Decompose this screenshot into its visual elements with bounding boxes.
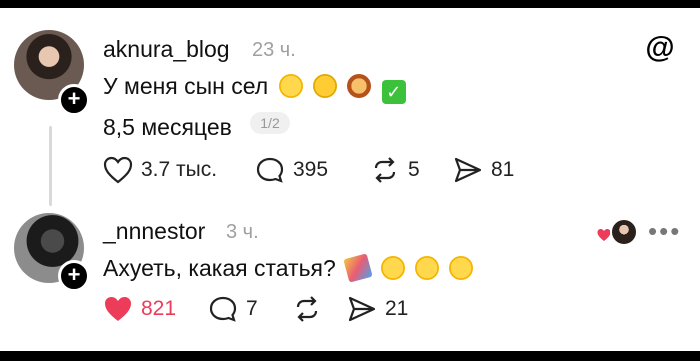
more-options-icon[interactable]: ••• <box>648 216 681 247</box>
follow-plus-icon[interactable]: + <box>58 260 90 292</box>
reply-count: 7 <box>246 297 258 320</box>
image-page-indicator: 1/2 <box>250 112 290 134</box>
share-count: 21 <box>385 297 409 320</box>
threads-logo-icon[interactable]: @ <box>644 32 676 64</box>
reply-count: 395 <box>293 158 329 181</box>
hand-over-mouth-face-icon <box>313 74 338 98</box>
post-text-content: У меня сын сел <box>103 73 269 99</box>
like-button[interactable]: 3.7 тыс. <box>103 156 217 184</box>
post-text: У меня сын сел ✓ <box>103 73 406 104</box>
check-mark-icon: ✓ <box>381 80 406 104</box>
repost-count: 5 <box>408 158 420 181</box>
lion-face-icon <box>347 74 372 98</box>
pleading-face-icon <box>380 256 405 280</box>
pleading-face-icon <box>414 256 439 280</box>
heart-icon <box>103 156 133 184</box>
party-popper-icon <box>343 253 373 283</box>
post-text: Ахуеть, какая статья? <box>103 253 474 283</box>
send-icon <box>454 157 482 183</box>
share-button[interactable]: 81 <box>453 156 514 184</box>
like-button[interactable]: 821 <box>103 295 176 323</box>
post-text-line2: 8,5 месяцев <box>103 114 232 140</box>
liker-avatar <box>610 218 638 246</box>
comment-icon <box>256 157 284 183</box>
thread-connector-line <box>49 126 52 206</box>
liked-by-indicator[interactable] <box>596 218 638 246</box>
threads-feed: + aknura_blog 23 ч. @ У меня сын сел ✓ 8… <box>0 8 700 351</box>
like-count: 821 <box>141 297 177 320</box>
post-time: 3 ч. <box>226 221 259 243</box>
username[interactable]: _nnnestor <box>103 218 205 245</box>
repost-icon <box>374 157 396 183</box>
share-button[interactable]: 21 <box>347 295 408 323</box>
pleading-face-icon <box>278 74 303 98</box>
comment-icon <box>209 296 237 322</box>
username[interactable]: aknura_blog <box>103 36 230 63</box>
like-count: 3.7 тыс. <box>141 158 218 181</box>
reply-button[interactable]: 7 <box>208 295 258 323</box>
heart-filled-icon <box>105 297 131 321</box>
reply-button[interactable]: 395 <box>255 156 328 184</box>
follow-plus-icon[interactable]: + <box>58 84 90 116</box>
repost-button[interactable] <box>292 295 322 323</box>
send-icon <box>348 296 376 322</box>
repost-button[interactable]: 5 <box>370 156 420 184</box>
post-time: 23 ч. <box>252 39 296 61</box>
post-text-content: Ахуеть, какая статья? <box>103 255 336 281</box>
repost-icon <box>296 296 318 322</box>
share-count: 81 <box>491 158 515 181</box>
pleading-face-icon <box>449 256 474 280</box>
